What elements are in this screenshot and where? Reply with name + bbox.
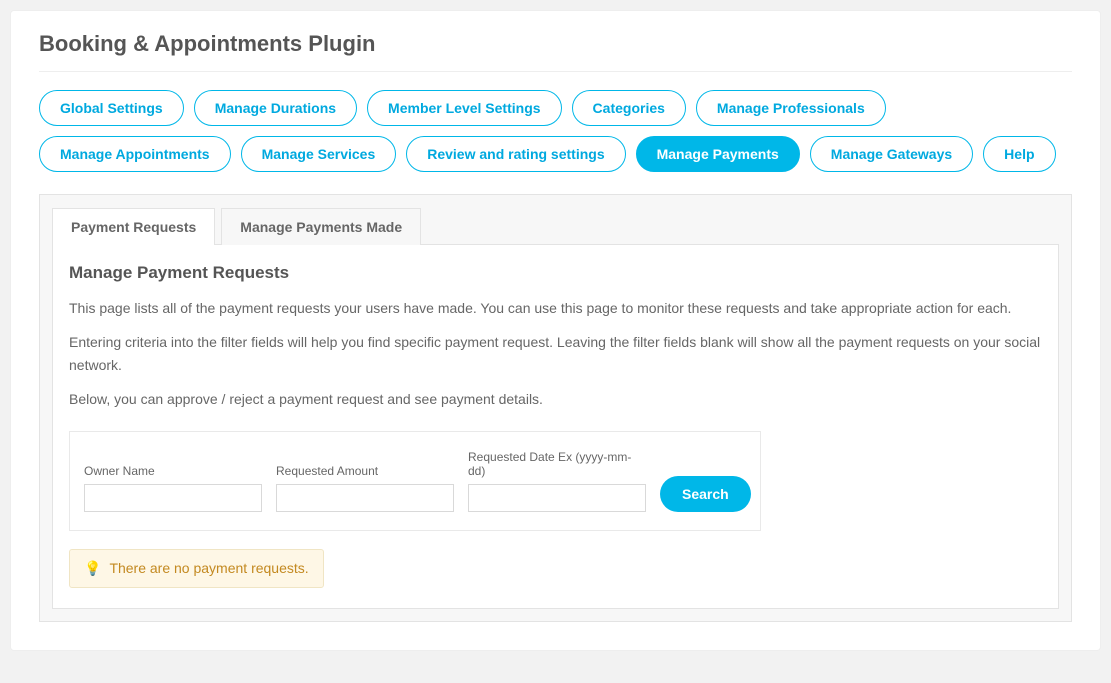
tab-body: Manage Payment Requests This page lists … [52, 244, 1059, 609]
owner-name-input[interactable] [84, 484, 262, 512]
description-1: This page lists all of the payment reque… [69, 297, 1042, 319]
pill-global-settings[interactable]: Global Settings [39, 90, 184, 126]
pill-member-level-settings[interactable]: Member Level Settings [367, 90, 562, 126]
tabs: Payment Requests Manage Payments Made [52, 207, 1059, 244]
pill-manage-gateways[interactable]: Manage Gateways [810, 136, 973, 172]
lightbulb-icon: 💡 [84, 560, 101, 577]
divider [39, 71, 1072, 72]
filter-box: Owner Name Requested Amount Requested Da… [69, 431, 761, 531]
page-card: Booking & Appointments Plugin Global Set… [10, 10, 1101, 651]
page-title: Booking & Appointments Plugin [39, 31, 1072, 57]
pill-review-rating-settings[interactable]: Review and rating settings [406, 136, 625, 172]
pill-manage-services[interactable]: Manage Services [241, 136, 397, 172]
section-title: Manage Payment Requests [69, 263, 1042, 283]
pill-manage-professionals[interactable]: Manage Professionals [696, 90, 886, 126]
search-button[interactable]: Search [660, 476, 751, 512]
notice-empty: 💡 There are no payment requests. [69, 549, 324, 588]
filter-owner-name: Owner Name [84, 464, 262, 512]
pill-manage-payments[interactable]: Manage Payments [636, 136, 800, 172]
filter-requested-amount: Requested Amount [276, 464, 454, 512]
filter-requested-date: Requested Date Ex (yyyy-mm-dd) [468, 450, 646, 512]
requested-amount-input[interactable] [276, 484, 454, 512]
panel: Payment Requests Manage Payments Made Ma… [39, 194, 1072, 622]
description-2: Entering criteria into the filter fields… [69, 331, 1042, 376]
pill-manage-appointments[interactable]: Manage Appointments [39, 136, 231, 172]
pill-manage-durations[interactable]: Manage Durations [194, 90, 357, 126]
pill-help[interactable]: Help [983, 136, 1055, 172]
tab-manage-payments-made[interactable]: Manage Payments Made [221, 208, 421, 245]
requested-date-label: Requested Date Ex (yyyy-mm-dd) [468, 450, 646, 478]
pill-categories[interactable]: Categories [572, 90, 686, 126]
owner-name-label: Owner Name [84, 464, 262, 478]
nav-pills: Global Settings Manage Durations Member … [39, 90, 1072, 172]
requested-date-input[interactable] [468, 484, 646, 512]
requested-amount-label: Requested Amount [276, 464, 454, 478]
notice-message: There are no payment requests. [109, 560, 308, 576]
description-3: Below, you can approve / reject a paymen… [69, 388, 1042, 410]
tab-payment-requests[interactable]: Payment Requests [52, 208, 215, 245]
